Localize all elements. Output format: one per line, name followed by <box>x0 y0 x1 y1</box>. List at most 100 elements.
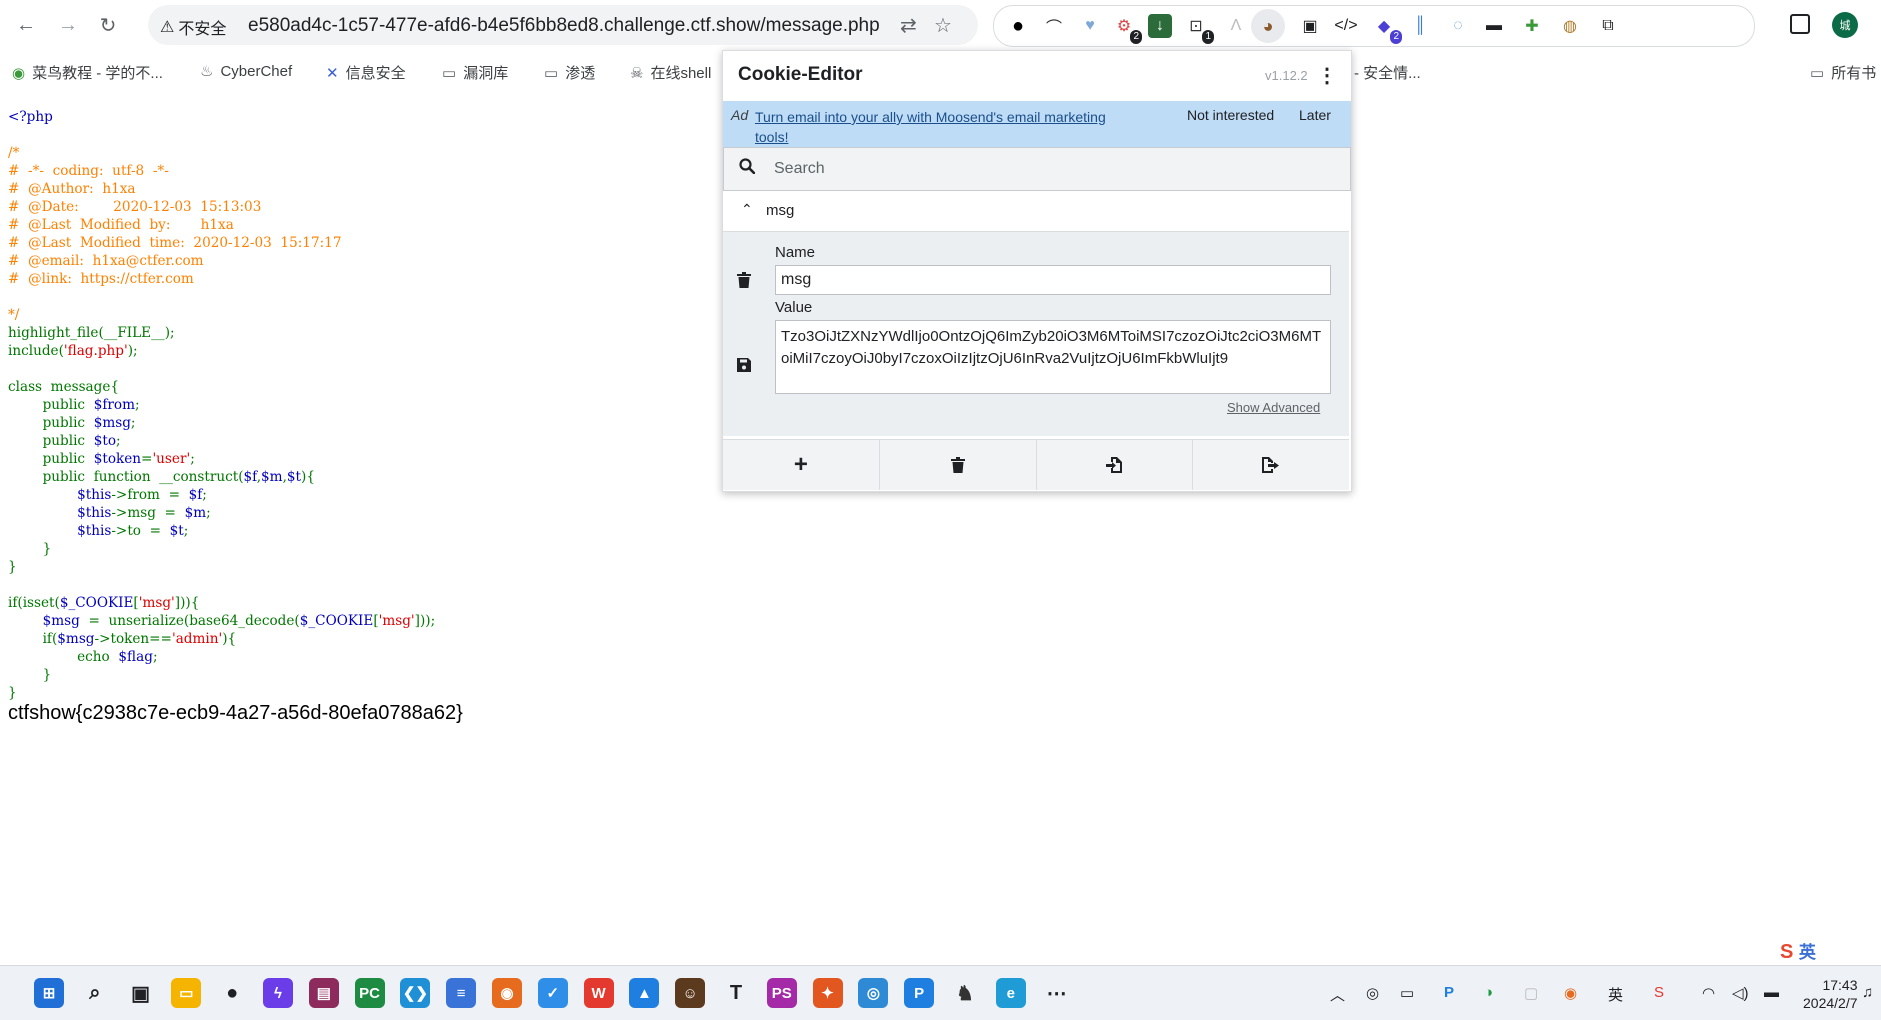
folder-icon: ▭ <box>544 64 559 82</box>
flag-output: ctfshow{c2938c7e-ecb9-4a27-a56d-80efa078… <box>8 702 463 724</box>
trash-icon[interactable] <box>737 272 751 293</box>
kebab-menu-icon[interactable]: ⋮ <box>1317 63 1337 88</box>
forward-button[interactable]: → <box>52 9 84 41</box>
bookmark-cyberchef[interactable]: ♨ CyberChef <box>200 62 292 81</box>
sogou-icon[interactable]: S <box>1654 984 1664 1001</box>
taskbar-notepad-icon[interactable]: ≡ <box>446 978 477 1008</box>
popup-version: v1.12.2 <box>1265 68 1308 83</box>
cookie-value-input[interactable]: Tzo3OiJtZXNzYWdlIjo0OntzOjQ6ImZyb20iO3M6… <box>775 320 1331 394</box>
taskbar-files-icon[interactable]: ▭ <box>171 978 202 1008</box>
system-clock[interactable]: 17:43 2024/2/7 <box>1803 976 1858 1012</box>
taskbar-app-avatar-icon[interactable]: ☺ <box>675 978 706 1008</box>
bookmark-infosec[interactable]: ✕ 信息安全 <box>326 62 406 83</box>
ext-circle-icon[interactable]: ● <box>1006 14 1030 38</box>
taskbar-search-icon[interactable]: ⌕ <box>80 978 110 1008</box>
ext-cube-icon[interactable]: ◆ 2 <box>1372 14 1402 44</box>
bookmark-all[interactable]: ▭ 所有书 <box>1810 62 1876 83</box>
side-panel-icon[interactable] <box>1790 14 1810 34</box>
tray-display-icon[interactable]: ▭ <box>1400 984 1414 1002</box>
import-button[interactable] <box>1037 440 1194 490</box>
taskbar-burp-icon[interactable]: ✦ <box>812 978 843 1008</box>
taskbar-firefox-icon[interactable]: ◉ <box>492 978 522 1008</box>
taskbar-typora-icon[interactable]: T <box>721 978 751 1008</box>
ext-glass-icon[interactable]: ♥ <box>1078 14 1102 38</box>
ext-screenshot-icon[interactable]: ⊡ 1 <box>1184 14 1214 44</box>
taskbar-more-icon[interactable]: ⋯ <box>1042 978 1072 1008</box>
cookie-editor-icon[interactable]: ◕ <box>1251 9 1285 43</box>
save-icon[interactable] <box>737 358 751 377</box>
delete-all-button[interactable] <box>880 440 1037 490</box>
bookmark-star-icon[interactable]: ☆ <box>934 13 952 38</box>
chevron-up-icon[interactable]: ︿ <box>1330 984 1345 1005</box>
cookie-name-input[interactable] <box>775 265 1331 295</box>
taskbar-app-purple-icon[interactable]: ϟ <box>263 978 293 1008</box>
ext-bars-icon[interactable]: ║ <box>1408 14 1432 38</box>
bookmark-runoob[interactable]: ◉ 菜鸟教程 - 学的不... <box>12 62 163 83</box>
chef-hat-icon: ♨ <box>200 63 214 80</box>
ext-mask-icon[interactable]: ▬ <box>1482 14 1506 38</box>
bookmark-pentest[interactable]: ▭ 渗透 <box>544 62 595 83</box>
security-label: 不安全 <box>178 21 227 38</box>
taskbar-app-p-icon[interactable]: P <box>904 978 935 1008</box>
wifi-icon[interactable]: ◠ <box>1702 984 1715 1002</box>
taskbar-wps-icon[interactable]: W <box>583 978 614 1008</box>
ad-link[interactable]: Turn email into your ally with Moosend's… <box>755 107 1115 147</box>
taskbar-qq-icon[interactable]: ● <box>217 978 247 1008</box>
cookie-editor-popup: Cookie-Editor v1.12.2 ⋮ Ad Turn email in… <box>722 50 1352 492</box>
ext-puzzle-green-icon[interactable]: ✚ <box>1520 14 1544 38</box>
url-text[interactable]: e580ad4c-1c57-477e-afd6-b4e5f6bb8ed8.cha… <box>248 15 880 37</box>
security-warning[interactable]: ⚠ 不安全 <box>160 15 226 39</box>
ext-code-icon[interactable]: </> <box>1334 14 1358 38</box>
profile-avatar[interactable]: 城 <box>1832 12 1858 38</box>
ext-red-icon[interactable]: ⚙ 2 <box>1112 14 1142 44</box>
ext-a-icon[interactable]: Λ <box>1224 14 1248 38</box>
taskbar-task-view-icon[interactable]: ▣ <box>126 978 156 1008</box>
code-line: class message{ <box>8 379 120 395</box>
cookie-list-item[interactable]: ⌃ msg <box>723 191 1349 232</box>
folder-icon: ▭ <box>1810 64 1825 82</box>
not-interested-button[interactable]: Not interested <box>1187 107 1274 123</box>
extensions-puzzle-icon[interactable]: ⧉ <box>1596 14 1620 38</box>
tray-app-icon[interactable]: ◎ <box>1366 984 1379 1002</box>
taskbar-app-photo-icon[interactable]: ▲ <box>629 978 660 1008</box>
bookmark-webshell[interactable]: ☠ 在线shell <box>630 62 711 83</box>
back-button[interactable]: ← <box>10 9 42 41</box>
volume-icon[interactable]: ◁) <box>1732 984 1749 1002</box>
taskbar-chrome-icon[interactable]: ◎ <box>858 978 889 1008</box>
add-cookie-button[interactable]: + <box>723 440 880 490</box>
bookmark-security-intel[interactable]: - 安全情... <box>1354 62 1421 83</box>
ext-badge: 2 <box>1390 30 1402 44</box>
show-advanced-link[interactable]: Show Advanced <box>1227 400 1320 415</box>
tray-p-icon[interactable]: P <box>1444 984 1454 1001</box>
taskbar-start-icon[interactable]: ⊞ <box>34 978 64 1008</box>
notification-bell-icon[interactable]: ♫ <box>1862 984 1873 1001</box>
translate-icon[interactable]: ⇄ <box>900 13 917 38</box>
tray-window-icon[interactable]: ▢ <box>1524 984 1538 1002</box>
cookie-item-name: msg <box>766 202 795 219</box>
later-button[interactable]: Later <box>1299 107 1331 123</box>
export-button[interactable] <box>1193 440 1349 490</box>
taskbar-winrar-icon[interactable]: ▤ <box>308 978 339 1008</box>
taskbar-app-check-icon[interactable]: ✓ <box>537 978 568 1008</box>
ime-indicator[interactable]: S 英 <box>1780 938 1816 964</box>
tray-fire-icon[interactable]: ◉ <box>1564 984 1577 1002</box>
ext-game-icon[interactable]: ▣ <box>1298 14 1322 38</box>
code-line: # @email: h1xa@ctfer.com <box>8 253 204 269</box>
taskbar-phpstorm-icon[interactable]: PS <box>766 978 797 1008</box>
taskbar-vscode-icon[interactable]: ❮❯ <box>400 978 431 1008</box>
taskbar-app-wolf-icon[interactable]: ♞ <box>950 978 980 1008</box>
address-bar[interactable]: ⚠ 不安全 e580ad4c-1c57-477e-afd6-b4e5f6bb8e… <box>148 5 978 45</box>
search-input[interactable] <box>772 157 1336 181</box>
wechat-icon[interactable]: ◑ <box>1484 984 1493 1001</box>
ime-lang-icon[interactable]: 英 <box>1608 984 1623 1005</box>
battery-icon[interactable]: ▬ <box>1764 984 1779 1001</box>
ext-eye-icon[interactable]: ◌ <box>1446 14 1470 38</box>
taskbar-pycharm-icon[interactable]: PC <box>354 978 385 1008</box>
ext-hat-icon[interactable]: ⌒ <box>1042 14 1066 38</box>
ext-cookie-icon[interactable]: ◍ <box>1558 14 1582 38</box>
bookmark-vuln-db[interactable]: ▭ 漏洞库 <box>442 62 508 83</box>
code-line: public $token='user'; <box>42 451 195 467</box>
reload-button[interactable]: ↻ <box>92 9 124 41</box>
ext-download-icon[interactable]: ↓ <box>1148 14 1172 38</box>
taskbar-edge-icon[interactable]: e <box>995 978 1026 1008</box>
